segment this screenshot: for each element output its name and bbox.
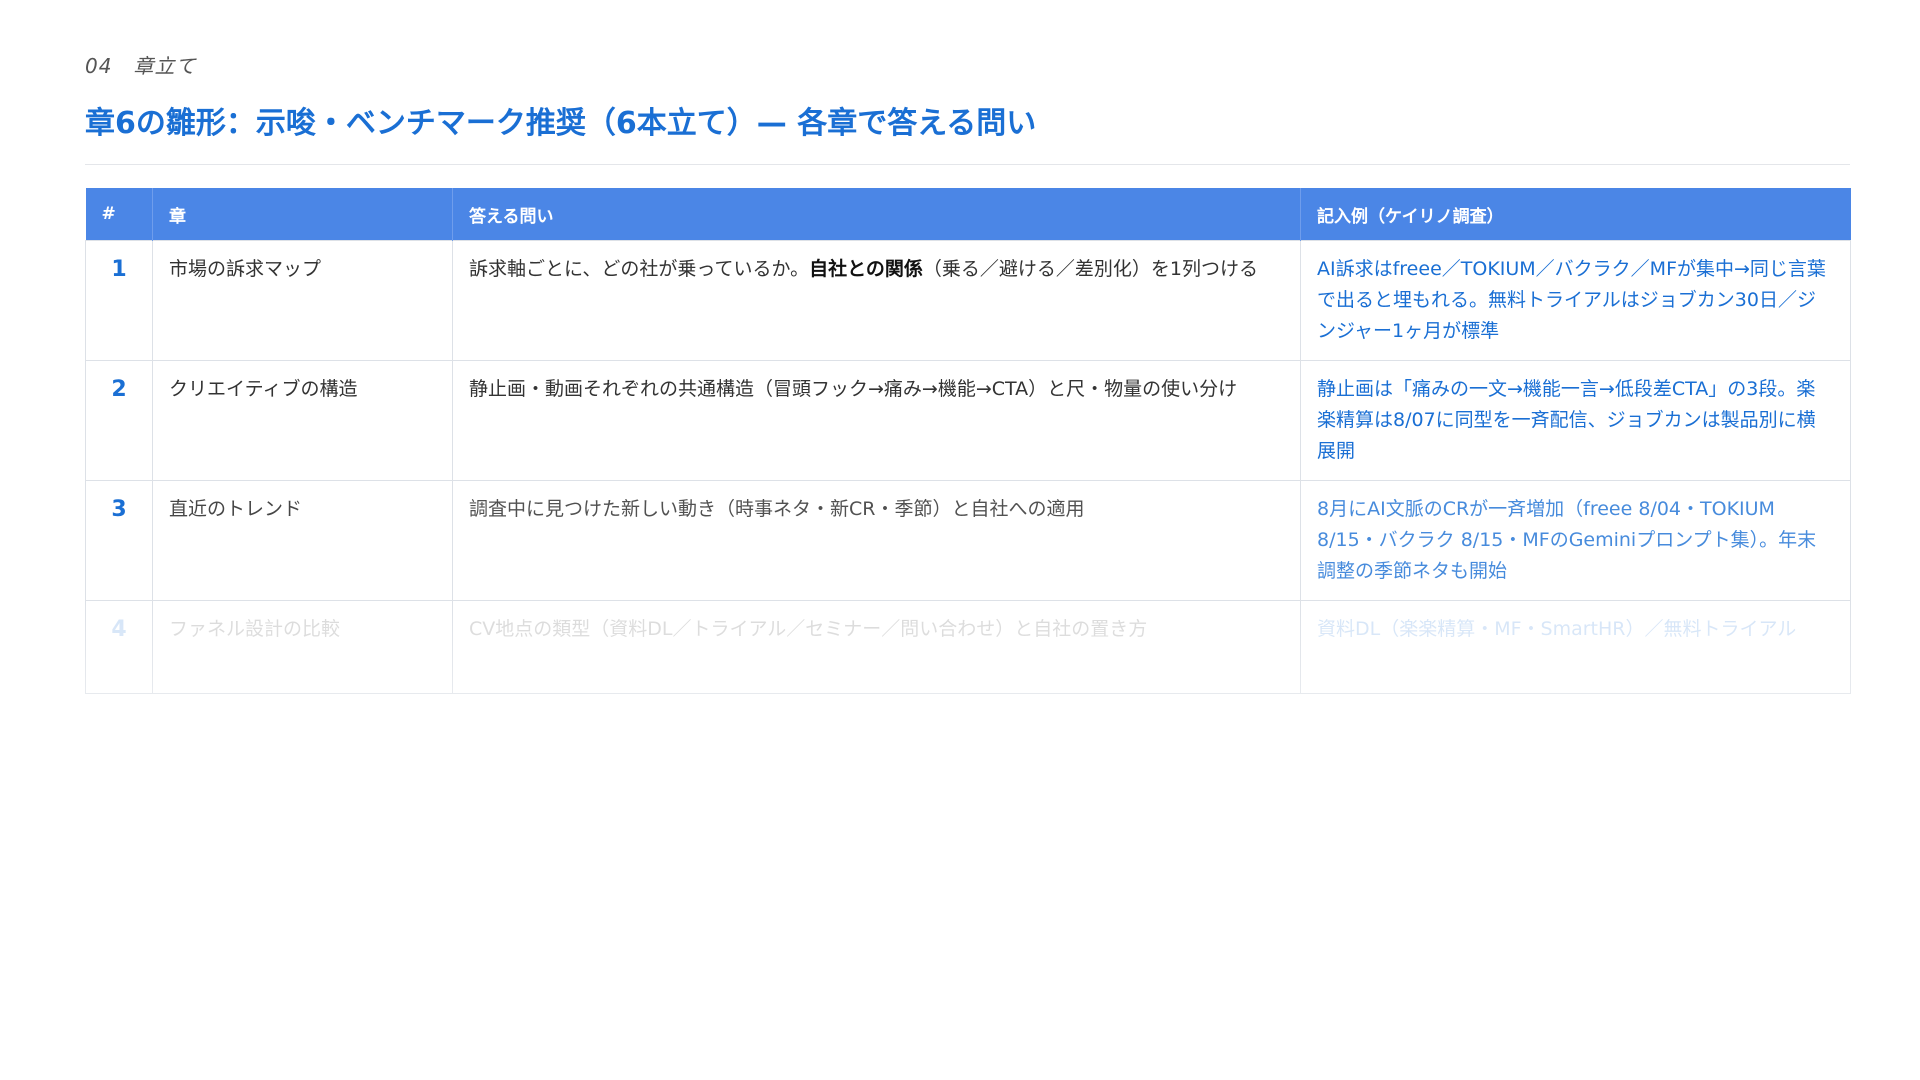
- table-row: 3 直近のトレンド 調査中に見つけた新しい動き（時事ネタ・新CR・季節）と自社へ…: [85, 480, 1851, 601]
- row-number: 1: [85, 240, 153, 361]
- question-cell: 調査中に見つけた新しい動き（時事ネタ・新CR・季節）と自社への適用: [452, 480, 1301, 601]
- chapter-name: ファネル設計の比較: [152, 600, 453, 694]
- column-header-number: #: [85, 188, 153, 241]
- example-cell: AI訴求はfreee／TOKIUM／バクラク／MFが集中→同じ言葉で出ると埋もれ…: [1300, 240, 1851, 361]
- column-header-question: 答える問い: [452, 188, 1301, 241]
- question-cell: 静止画・動画それぞれの共通構造（冒頭フック→痛み→機能→CTA）と尺・物量の使い…: [452, 360, 1301, 481]
- chapter-name: 直近のトレンド: [152, 480, 453, 601]
- table-row: 4 ファネル設計の比較 CV地点の類型（資料DL／トライアル／セミナー／問い合わ…: [85, 600, 1851, 694]
- slide: 04 章立て 章6の雛形：示唆・ベンチマーク推奨（6本立て）— 各章で答える問い…: [0, 0, 1920, 1080]
- question-cell: CV地点の類型（資料DL／トライアル／セミナー／問い合わせ）と自社の置き方: [452, 600, 1301, 694]
- title-divider: [85, 164, 1850, 165]
- chapter-name: クリエイティブの構造: [152, 360, 453, 481]
- example-cell: 資料DL（楽楽精算・MF・SmartHR）／無料トライアル: [1300, 600, 1851, 694]
- chapter-name: 市場の訴求マップ: [152, 240, 453, 361]
- table-header-row: # 章 答える問い 記入例（ケイリノ調査）: [85, 188, 1851, 241]
- example-cell: 8月にAI文脈のCRが一斉増加（freee 8/04・TOKIUM 8/15・バ…: [1300, 480, 1851, 601]
- chapter-table: # 章 答える問い 記入例（ケイリノ調査） 1 市場の訴求マップ 訴求軸ごとに、…: [85, 188, 1851, 694]
- column-header-chapter: 章: [152, 188, 453, 241]
- section-label: 04 章立て: [85, 54, 197, 78]
- page-title: 章6の雛形：示唆・ベンチマーク推奨（6本立て）— 各章で答える問い: [85, 106, 1037, 141]
- question-emphasis: 自社との関係: [809, 258, 923, 280]
- table-row: 2 クリエイティブの構造 静止画・動画それぞれの共通構造（冒頭フック→痛み→機能…: [85, 360, 1851, 481]
- row-number: 4: [85, 600, 153, 694]
- row-number: 3: [85, 480, 153, 601]
- question-text-tail: （乗る／避ける／差別化）を1列つける: [922, 258, 1259, 280]
- column-header-example: 記入例（ケイリノ調査）: [1300, 188, 1851, 241]
- table-row: 1 市場の訴求マップ 訴求軸ごとに、どの社が乗っているか。自社との関係（乗る／避…: [85, 240, 1851, 361]
- example-cell: 静止画は「痛みの一文→機能一言→低段差CTA」の3段。楽楽精算は8/07に同型を…: [1300, 360, 1851, 481]
- question-text: 訴求軸ごとに、どの社が乗っているか。: [469, 258, 810, 280]
- row-number: 2: [85, 360, 153, 481]
- question-cell: 訴求軸ごとに、どの社が乗っているか。自社との関係（乗る／避ける／差別化）を1列つ…: [452, 240, 1301, 361]
